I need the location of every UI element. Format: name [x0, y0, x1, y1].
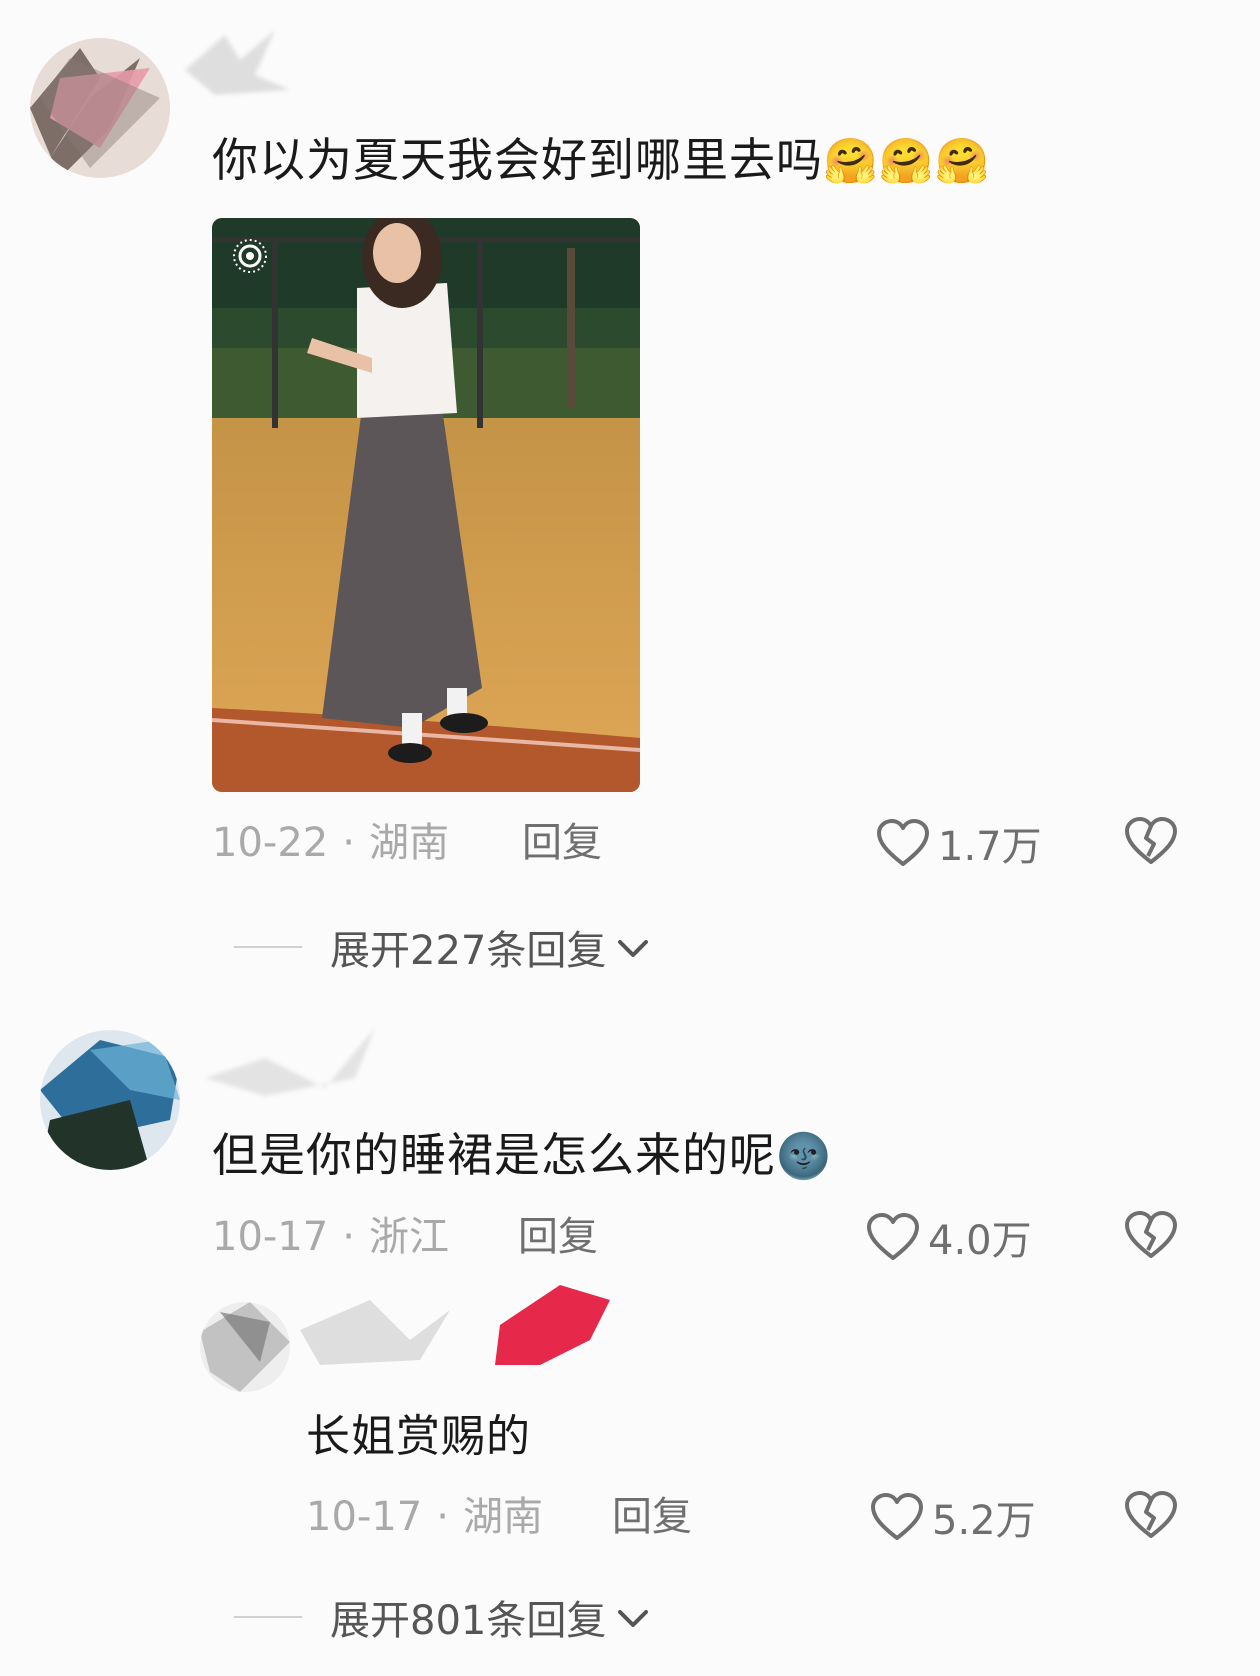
reply-location: 湖南: [462, 1494, 543, 1540]
chevron-down-icon: [616, 1594, 650, 1640]
expand-replies-label: 展开801条回复: [330, 1598, 607, 1644]
new-moon-face-emoji: 🌚: [776, 1131, 832, 1182]
meta-separator: ·: [342, 1214, 355, 1260]
broken-heart-icon: [1124, 1490, 1178, 1540]
like-count: 5.2万: [932, 1498, 1036, 1544]
reply-button[interactable]: 回复: [522, 818, 602, 868]
avatar[interactable]: [40, 1030, 180, 1170]
reply-button[interactable]: 回复: [612, 1492, 692, 1542]
heart-outline-icon: [876, 818, 930, 868]
comment-text: 但是你的睡裙是怎么来的呢🌚: [212, 1125, 832, 1187]
reply-text: 长姐赏赐的: [306, 1411, 531, 1462]
hugging-face-emoji: 🤗: [823, 136, 879, 187]
username-obscured[interactable]: [185, 30, 295, 100]
dislike-button[interactable]: [1124, 1210, 1178, 1260]
broken-heart-icon: [1124, 816, 1178, 866]
comment-text: 你以为夏天我会好到哪里去吗🤗🤗🤗: [212, 130, 990, 192]
dislike-button[interactable]: [1124, 816, 1178, 866]
like-count: 4.0万: [928, 1218, 1032, 1264]
divider-line: [234, 946, 302, 948]
like-count: 1.7万: [938, 824, 1042, 870]
comment-meta: 10-17 · 浙江: [212, 1212, 449, 1262]
heart-outline-icon: [866, 1212, 920, 1262]
hugging-face-emoji: 🤗: [934, 136, 991, 187]
expand-replies-button[interactable]: 展开227条回复: [234, 918, 650, 976]
username-obscured[interactable]: [300, 1280, 620, 1370]
meta-separator: ·: [436, 1494, 449, 1540]
reply-meta: 10-17 · 湖南: [306, 1492, 543, 1542]
expand-replies-button[interactable]: 展开801条回复: [234, 1588, 650, 1646]
like-button[interactable]: 1.7万: [876, 814, 1042, 872]
meta-separator: ·: [342, 820, 355, 866]
comment-text-body: 但是你的睡裙是怎么来的呢: [212, 1128, 776, 1182]
comment-location: 湖南: [368, 820, 449, 866]
heart-outline-icon: [870, 1492, 924, 1542]
like-button[interactable]: 4.0万: [866, 1208, 1032, 1266]
comment-meta: 10-22 · 湖南: [212, 818, 449, 868]
divider-line: [234, 1616, 302, 1618]
avatar[interactable]: [30, 38, 170, 178]
comment-date: 10-22: [212, 820, 329, 866]
comment-text-body: 你以为夏天我会好到哪里去吗: [212, 133, 823, 187]
dislike-button[interactable]: [1124, 1490, 1178, 1540]
broken-heart-icon: [1124, 1210, 1178, 1260]
live-photo-icon: [230, 236, 270, 280]
username-obscured[interactable]: [205, 1018, 385, 1098]
expand-replies-label: 展开227条回复: [330, 928, 607, 974]
comment-date: 10-17: [212, 1214, 329, 1260]
reply-date: 10-17: [306, 1494, 423, 1540]
reply-button[interactable]: 回复: [518, 1212, 598, 1262]
hugging-face-emoji: 🤗: [878, 136, 935, 187]
comment-image[interactable]: [212, 218, 640, 792]
avatar[interactable]: [200, 1302, 290, 1392]
like-button[interactable]: 5.2万: [870, 1488, 1036, 1546]
chevron-down-icon: [616, 924, 650, 970]
comment-location: 浙江: [368, 1214, 449, 1260]
